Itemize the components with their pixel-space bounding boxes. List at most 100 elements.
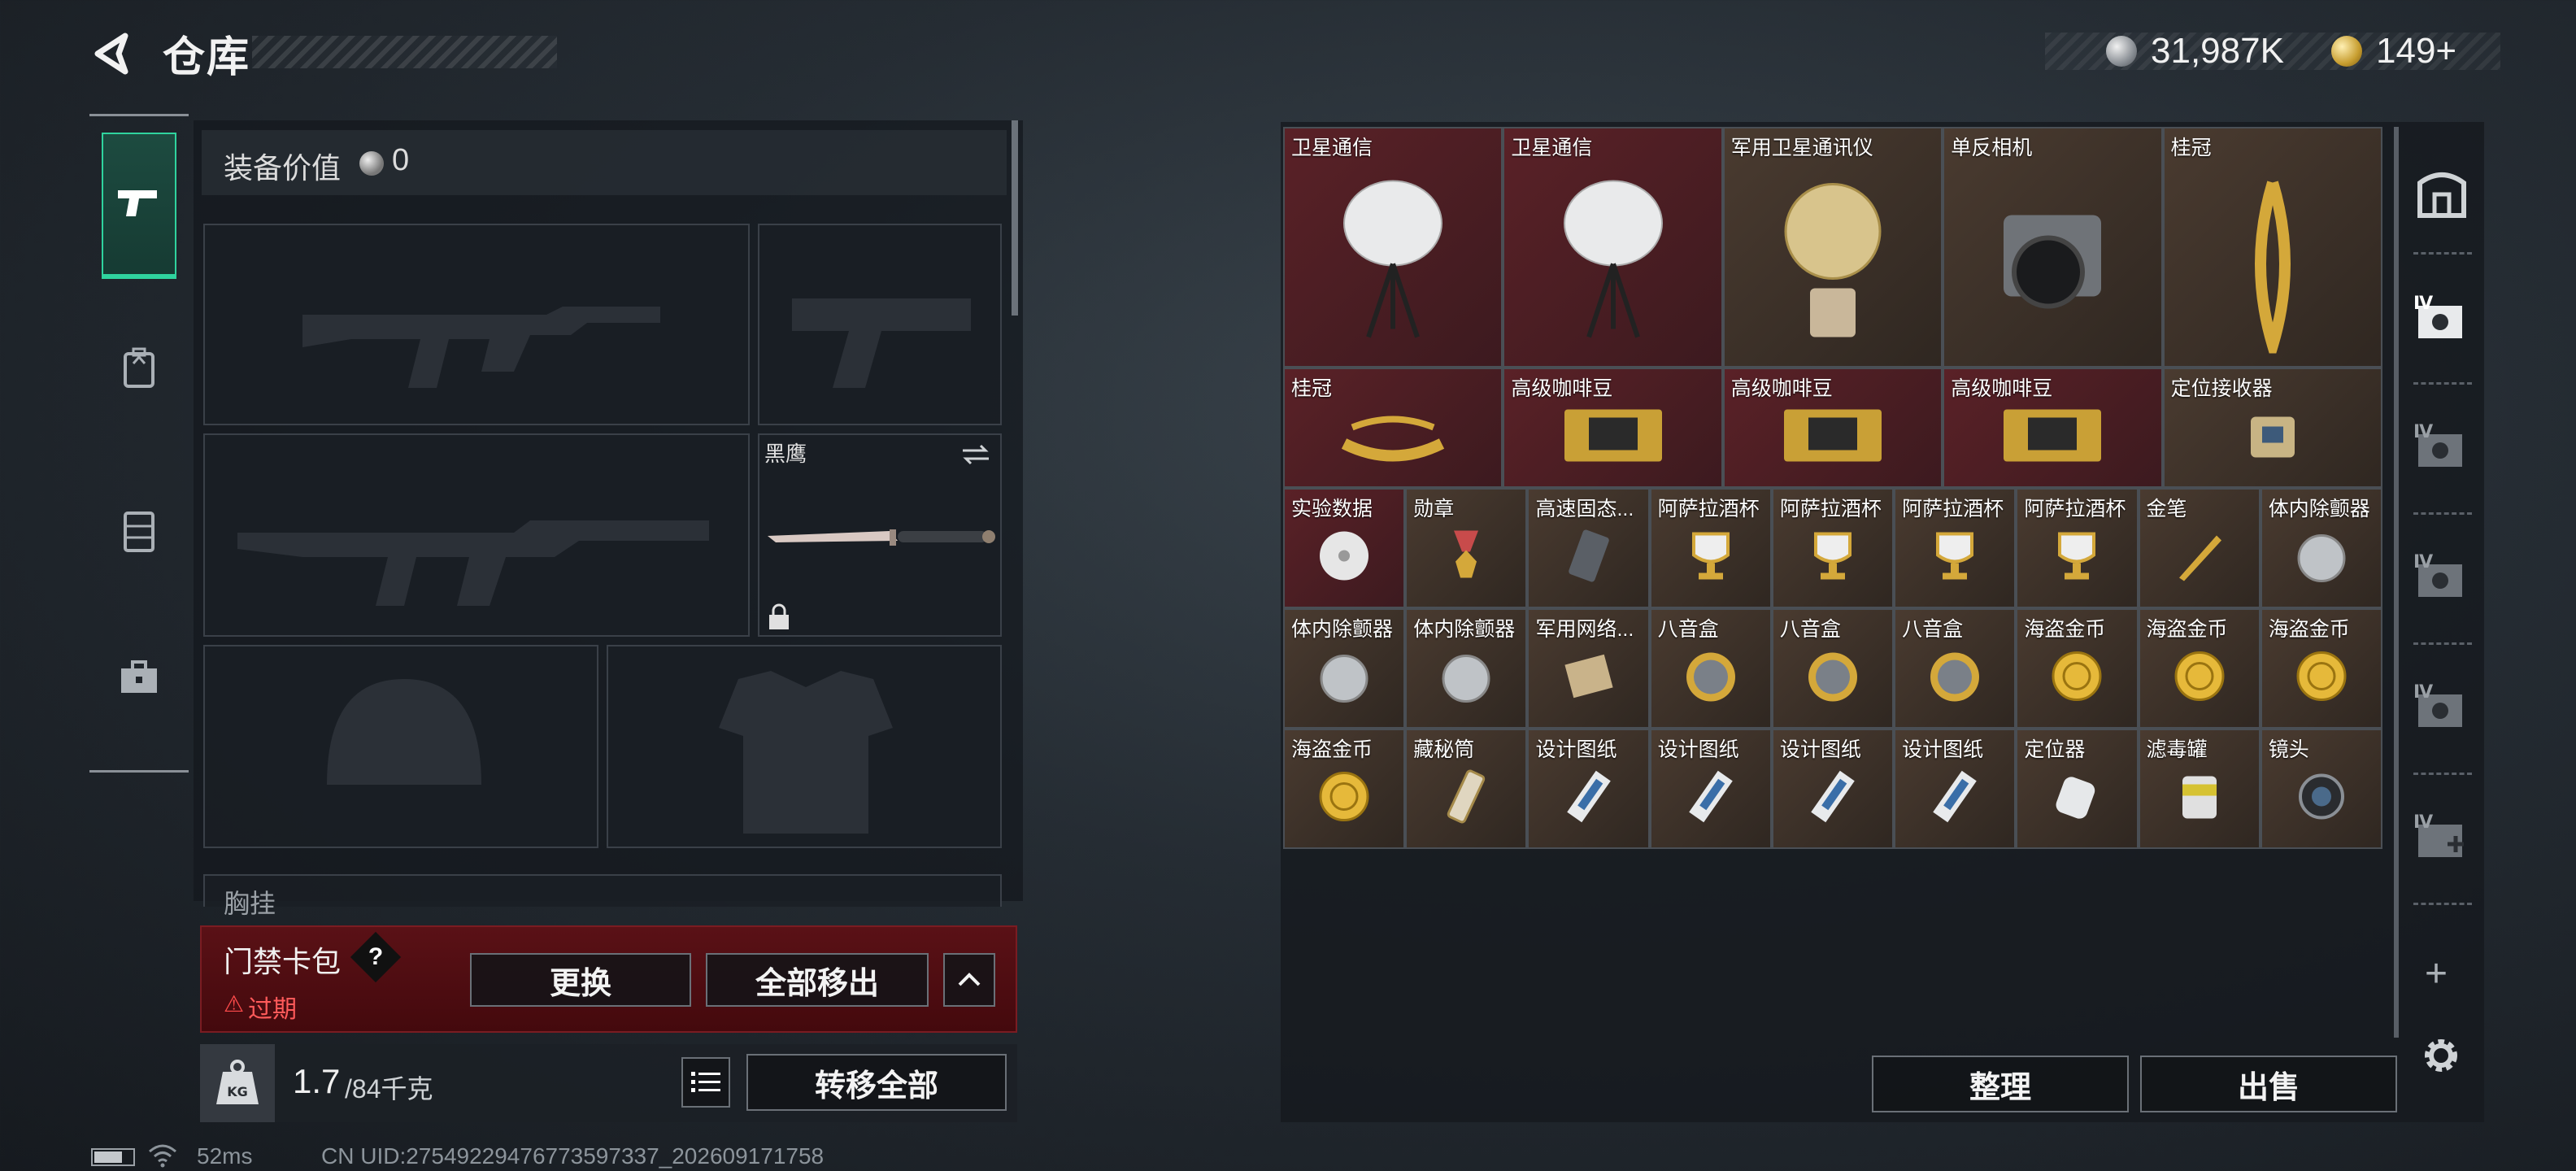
storage-item[interactable]: 设计图纸 [1527, 729, 1650, 849]
user-id: CN UID:27549229476773597337_202609171758 [321, 1143, 825, 1169]
tab-vest[interactable] [102, 458, 176, 604]
tab-weapons[interactable] [102, 133, 176, 279]
storage-item[interactable]: 体内除颤器 [2260, 488, 2382, 608]
storage-item[interactable]: 设计图纸 [1649, 729, 1772, 849]
gold-coin-icon [2048, 647, 2105, 708]
item-name: 藏秘筒 [1413, 738, 1475, 761]
safe-box-icon[interactable] [2413, 167, 2470, 220]
item-name: 军用卫星通讯仪 [1730, 137, 1873, 159]
storage-item[interactable]: 设计图纸 [1894, 729, 2017, 849]
help-icon[interactable]: ? [358, 939, 394, 975]
ping: 52ms [197, 1143, 253, 1169]
primary-weapon-slot[interactable] [203, 224, 750, 425]
list-view-button[interactable] [681, 1057, 730, 1108]
bag-tab-3[interactable]: Ⅳ [2413, 551, 2470, 605]
storage-item[interactable]: 单反相机 [1943, 127, 2163, 368]
storage-item[interactable]: 体内除颤器 [1405, 608, 1528, 729]
item-name: 阿萨拉酒杯 [1657, 498, 1760, 520]
storage-item[interactable]: 阿萨拉酒杯 [1649, 488, 1772, 608]
storage-item[interactable]: 八音盒 [1649, 608, 1772, 729]
bag-tab-2[interactable]: Ⅳ [2413, 421, 2470, 475]
item-name: 桂冠 [2170, 137, 2212, 159]
item-name: 设计图纸 [1657, 738, 1739, 761]
storage-item[interactable]: 海盗金币 [2138, 608, 2261, 729]
goblet-icon [2048, 527, 2105, 588]
storage-item[interactable]: 镜头 [2260, 729, 2382, 849]
token-amount[interactable]: 149+ [2376, 31, 2456, 72]
lens-icon [2293, 768, 2350, 829]
storage-item[interactable]: 高级咖啡豆 [1943, 368, 2163, 488]
storage-item[interactable]: 桂冠 [1283, 368, 1503, 488]
storage-item[interactable]: 滤毒罐 [2138, 729, 2261, 849]
remove-all-button[interactable]: 全部移出 [706, 953, 929, 1007]
storage-scrollbar[interactable] [2394, 127, 2399, 1038]
equip-value-label: 装备价值 [224, 151, 342, 185]
plus-icon[interactable]: + [2425, 951, 2448, 996]
tab-toolbox[interactable] [102, 604, 176, 751]
storage-item[interactable]: 卫星通信 [1283, 127, 1503, 368]
swap-icon[interactable] [959, 442, 992, 467]
storage-item[interactable]: 高级咖啡豆 [1722, 368, 1943, 488]
collapse-button[interactable] [943, 953, 995, 1007]
melee-name: 黑鹰 [764, 442, 807, 466]
storage-item[interactable]: 桂冠 [2162, 127, 2382, 368]
storage-item[interactable]: 高级咖啡豆 [1503, 368, 1723, 488]
goblet-icon [1682, 527, 1739, 588]
laurel-crown-icon [1336, 403, 1450, 472]
music-box-icon [1926, 647, 1983, 708]
sell-button[interactable]: 出售 [2140, 1056, 2397, 1112]
storage-grid: 卫星通信 卫星通信 军用卫星通讯仪 单反相机 桂冠 桂冠 高级咖啡豆 高级咖啡豆 高级咖啡豆 定位… [1283, 127, 2382, 859]
storage-item[interactable]: 八音盒 [1894, 608, 2017, 729]
storage-item[interactable]: 定位器 [2016, 729, 2139, 849]
storage-item[interactable]: 阿萨拉酒杯 [1771, 488, 1895, 608]
sort-button[interactable]: 整理 [1872, 1056, 2129, 1112]
storage-item[interactable]: 阿萨拉酒杯 [1894, 488, 2017, 608]
storage-item[interactable]: 军用卫星通讯仪 [1722, 127, 1943, 368]
storage-item[interactable]: 海盗金币 [1283, 729, 1406, 849]
storage-item[interactable]: 八音盒 [1771, 608, 1895, 729]
item-name: 阿萨拉酒杯 [1902, 498, 2004, 520]
chest-rig-slot[interactable] [203, 874, 1002, 907]
item-name: 体内除颤器 [2268, 498, 2370, 520]
bag-tab-1[interactable]: Ⅳ [2413, 293, 2470, 346]
storage-item[interactable]: 高速固态... [1527, 488, 1650, 608]
bag-tier-label: Ⅳ [2413, 551, 2434, 572]
item-name: 滤毒罐 [2146, 738, 2208, 761]
loadout-scrollbar[interactable] [1012, 120, 1018, 316]
bag-tab-4[interactable]: Ⅳ [2413, 681, 2470, 735]
storage-item[interactable]: 海盗金币 [2016, 608, 2139, 729]
secondary-weapon-slot[interactable] [203, 433, 750, 637]
coffee-beans-icon [1776, 403, 1890, 472]
rifle-silhouette-icon [302, 307, 660, 388]
coffee-beans-icon [1995, 403, 2109, 472]
storage-item[interactable]: 定位接收器 [2162, 368, 2382, 488]
storage-item[interactable]: 海盗金币 [2260, 608, 2382, 729]
bag-tab-5[interactable]: Ⅳ [2413, 812, 2470, 865]
storage-item[interactable]: 勋章 [1405, 488, 1528, 608]
music-box-icon [1804, 647, 1861, 708]
item-name: 高速固态... [1535, 498, 1634, 520]
item-name: 卫星通信 [1291, 137, 1373, 159]
storage-item[interactable]: 藏秘筒 [1405, 729, 1528, 849]
storage-item[interactable]: 军用网络... [1527, 608, 1650, 729]
battery-level [94, 1151, 122, 1163]
storage-item[interactable]: 金笔 [2138, 488, 2261, 608]
storage-item[interactable]: 阿萨拉酒杯 [2016, 488, 2139, 608]
item-name: 海盗金币 [1291, 738, 1373, 761]
storage-item[interactable]: 卫星通信 [1503, 127, 1723, 368]
helmet-slot[interactable] [203, 645, 598, 848]
transfer-all-button[interactable]: 转移全部 [746, 1054, 1007, 1111]
locator-receiver-icon [2244, 407, 2301, 468]
storage-item[interactable]: 设计图纸 [1771, 729, 1895, 849]
storage-item[interactable]: 体内除颤器 [1283, 608, 1406, 729]
back-arrow-icon[interactable] [89, 29, 138, 78]
storage-item[interactable]: 实验数据 [1283, 488, 1406, 608]
gear-icon[interactable] [2417, 1031, 2465, 1080]
page-title: 仓库 [163, 34, 251, 81]
sidearm-slot[interactable] [758, 224, 1002, 425]
blueprint-icon [1682, 768, 1739, 829]
replace-button[interactable]: 更换 [470, 953, 691, 1007]
medal-icon [1438, 527, 1495, 588]
tab-gear[interactable] [102, 295, 176, 442]
armor-slot[interactable] [607, 645, 1002, 848]
